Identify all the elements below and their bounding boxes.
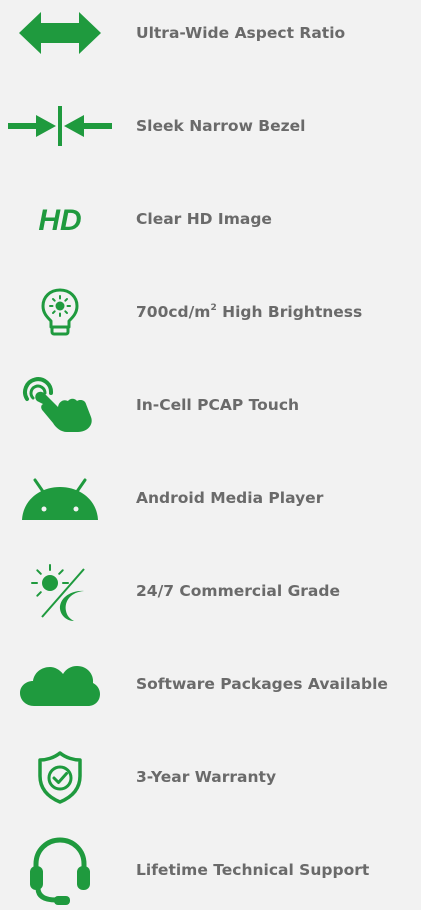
feature-ultra-wide: Ultra-Wide Aspect Ratio — [0, 0, 421, 73]
headset-icon — [0, 830, 120, 910]
double-arrow-icon — [0, 0, 120, 73]
feature-list: Ultra-Wide Aspect Ratio Sleek Narrow Bez… — [0, 0, 421, 905]
feature-label: 3-Year Warranty — [136, 768, 277, 786]
feature-label: Clear HD Image — [136, 210, 272, 228]
feature-label: 24/7 Commercial Grade — [136, 582, 340, 600]
narrow-bezel-icon — [0, 86, 120, 166]
feature-label: Lifetime Technical Support — [136, 861, 370, 879]
feature-warranty: 3-Year Warranty — [0, 737, 421, 817]
cloud-icon — [0, 644, 120, 724]
lightbulb-icon — [0, 272, 120, 352]
feature-commercial: 24/7 Commercial Grade — [0, 551, 421, 631]
android-icon — [0, 458, 120, 538]
feature-label: Software Packages Available — [136, 675, 388, 693]
touch-hand-icon — [0, 365, 120, 445]
feature-label: In-Cell PCAP Touch — [136, 396, 300, 414]
feature-android: Android Media Player — [0, 458, 421, 538]
feature-label: Android Media Player — [136, 489, 324, 507]
feature-software: Software Packages Available — [0, 644, 421, 724]
sun-moon-icon — [0, 551, 120, 631]
hd-icon-text: HD — [38, 204, 81, 237]
feature-brightness: 700cd/m2 High Brightness — [0, 272, 421, 352]
feature-hd: HD Clear HD Image — [0, 179, 421, 259]
brightness-suffix: High Brightness — [216, 303, 363, 321]
feature-narrow-bezel: Sleek Narrow Bezel — [0, 86, 421, 166]
hd-icon: HD — [0, 179, 120, 259]
feature-label: Ultra-Wide Aspect Ratio — [136, 24, 346, 42]
feature-label: Sleek Narrow Bezel — [136, 117, 306, 135]
feature-touch: In-Cell PCAP Touch — [0, 365, 421, 445]
feature-support: Lifetime Technical Support — [0, 830, 421, 910]
shield-check-icon — [0, 737, 120, 817]
feature-label: 700cd/m2 High Brightness — [136, 302, 362, 322]
brightness-value: 700cd/m — [136, 303, 211, 321]
